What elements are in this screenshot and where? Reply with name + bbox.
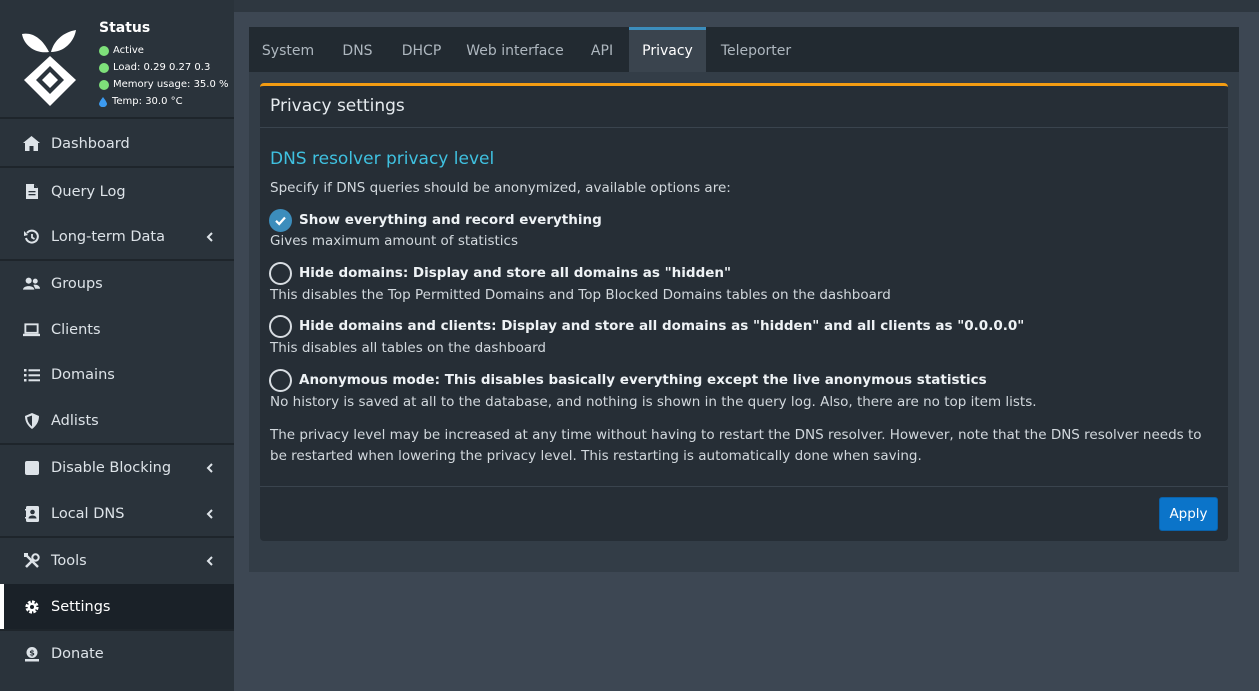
gear-icon — [23, 598, 40, 615]
sidebar-item-label: Groups — [51, 275, 103, 292]
tab-teleporter[interactable]: Teleporter — [706, 27, 806, 72]
sidebar-item-label: Dashboard — [51, 135, 130, 152]
option-label[interactable]: Anonymous mode: This disables basically … — [299, 372, 987, 388]
sidebar-item-label: Disable Blocking — [51, 459, 172, 476]
option-label[interactable]: Hide domains: Display and store all doma… — [299, 265, 731, 281]
sidebar-item-clients[interactable]: Clients — [0, 307, 234, 352]
sidebar-item-label: Clients — [51, 321, 101, 338]
sidebar-item-disable-blocking[interactable]: Disable Blocking — [0, 445, 234, 490]
chevron-left-icon — [206, 555, 213, 566]
sidebar-item-label: Donate — [51, 645, 104, 662]
shield-icon — [23, 412, 40, 429]
box-footer-divider — [260, 486, 1228, 487]
privacy-settings-box: Privacy settings DNS resolver privacy le… — [260, 83, 1228, 541]
status-panel: Status Active Load: 0.29 0.27 0.3 Memory… — [0, 0, 234, 119]
sidebar-item-domains[interactable]: Domains — [0, 352, 234, 397]
users-icon — [23, 275, 40, 292]
box-header-divider — [260, 127, 1228, 128]
status-memory: Memory usage: 35.0 % — [99, 79, 229, 90]
tab-system[interactable]: System — [249, 27, 327, 72]
status-load: Load: 0.29 0.27 0.3 — [99, 62, 210, 73]
status-dot-icon — [99, 79, 109, 90]
status-active: Active — [99, 45, 144, 56]
sidebar-divider — [0, 166, 234, 168]
section-title: DNS resolver privacy level — [270, 149, 495, 169]
option-label[interactable]: Hide domains and clients: Display and st… — [299, 318, 1024, 334]
tab-dhcp[interactable]: DHCP — [388, 27, 455, 72]
sidebar: Status Active Load: 0.29 0.27 0.3 Memory… — [0, 0, 234, 691]
restart-note: The privacy level may be increased at an… — [270, 427, 1202, 464]
sidebar-item-label: Adlists — [51, 412, 99, 429]
status-load-text: Load: 0.29 0.27 0.3 — [113, 62, 211, 73]
status-dot-icon — [99, 45, 109, 56]
tab-privacy[interactable]: Privacy — [629, 27, 706, 72]
section-intro: Specify if DNS queries should be anonymi… — [270, 180, 731, 196]
stop-icon — [23, 459, 40, 476]
sidebar-item-label: Local DNS — [51, 505, 125, 522]
chevron-left-icon — [206, 462, 213, 473]
chevron-left-icon — [206, 231, 213, 242]
privacy-radio-anonymous-mode[interactable] — [269, 369, 292, 392]
tab-web-interface[interactable]: Web interface — [455, 27, 575, 72]
settings-card: System DNS DHCP Web interface API Privac… — [249, 27, 1239, 572]
status-dot-icon — [99, 62, 109, 73]
sidebar-item-label: Settings — [51, 598, 111, 615]
sidebar-item-groups[interactable]: Groups — [0, 261, 234, 306]
sidebar-item-tools[interactable]: Tools — [0, 538, 234, 583]
option-description: Gives maximum amount of statistics — [270, 233, 519, 249]
apply-button[interactable]: Apply — [1159, 497, 1218, 531]
sidebar-item-dashboard[interactable]: Dashboard — [0, 121, 234, 166]
status-active-text: Active — [113, 45, 144, 56]
sidebar-item-local-dns[interactable]: Local DNS — [0, 491, 234, 536]
status-title: Status — [99, 20, 151, 36]
laptop-icon — [23, 321, 40, 338]
tab-api[interactable]: API — [575, 27, 629, 72]
sidebar-item-settings[interactable]: Settings — [0, 584, 234, 629]
pihole-logo — [22, 30, 76, 106]
svg-text:$: $ — [29, 648, 35, 657]
check-icon — [275, 216, 286, 226]
sidebar-item-adlists[interactable]: Adlists — [0, 398, 234, 443]
list-icon — [23, 366, 40, 383]
option-description: No history is saved at all to the databa… — [270, 394, 1037, 410]
history-icon — [23, 228, 40, 245]
option-label[interactable]: Show everything and record everything — [299, 212, 602, 228]
sidebar-item-label: Tools — [51, 552, 87, 569]
option-description: This disables the Top Permitted Domains … — [270, 287, 891, 303]
status-memory-text: Memory usage: 35.0 % — [113, 79, 229, 90]
water-drop-icon — [99, 96, 107, 107]
chevron-left-icon — [206, 508, 213, 519]
sidebar-item-label: Long-term Data — [51, 228, 165, 245]
privacy-radio-hide-domains[interactable] — [269, 262, 292, 285]
tab-dns[interactable]: DNS — [327, 27, 388, 72]
file-icon — [23, 183, 40, 200]
sidebar-item-long-term-data[interactable]: Long-term Data — [0, 214, 234, 259]
sidebar-item-query-log[interactable]: Query Log — [0, 169, 234, 214]
status-temp: Temp: 30.0 °C — [99, 96, 183, 107]
donate-icon: $ — [23, 645, 40, 662]
privacy-radio-hide-domains-and-clients[interactable] — [269, 315, 292, 338]
box-title: Privacy settings — [270, 96, 405, 116]
sidebar-item-label: Query Log — [51, 183, 126, 200]
settings-tabs: System DNS DHCP Web interface API Privac… — [249, 27, 1239, 72]
sidebar-item-donate[interactable]: $ Donate — [0, 631, 234, 676]
privacy-radio-show-everything[interactable] — [269, 209, 292, 232]
address-book-icon — [23, 505, 40, 522]
home-icon — [23, 135, 40, 152]
tools-icon — [23, 552, 40, 569]
status-temp-text: Temp: 30.0 °C — [112, 96, 183, 107]
option-description: This disables all tables on the dashboar… — [270, 340, 547, 356]
sidebar-item-label: Domains — [51, 366, 115, 383]
top-strip — [234, 0, 1259, 12]
